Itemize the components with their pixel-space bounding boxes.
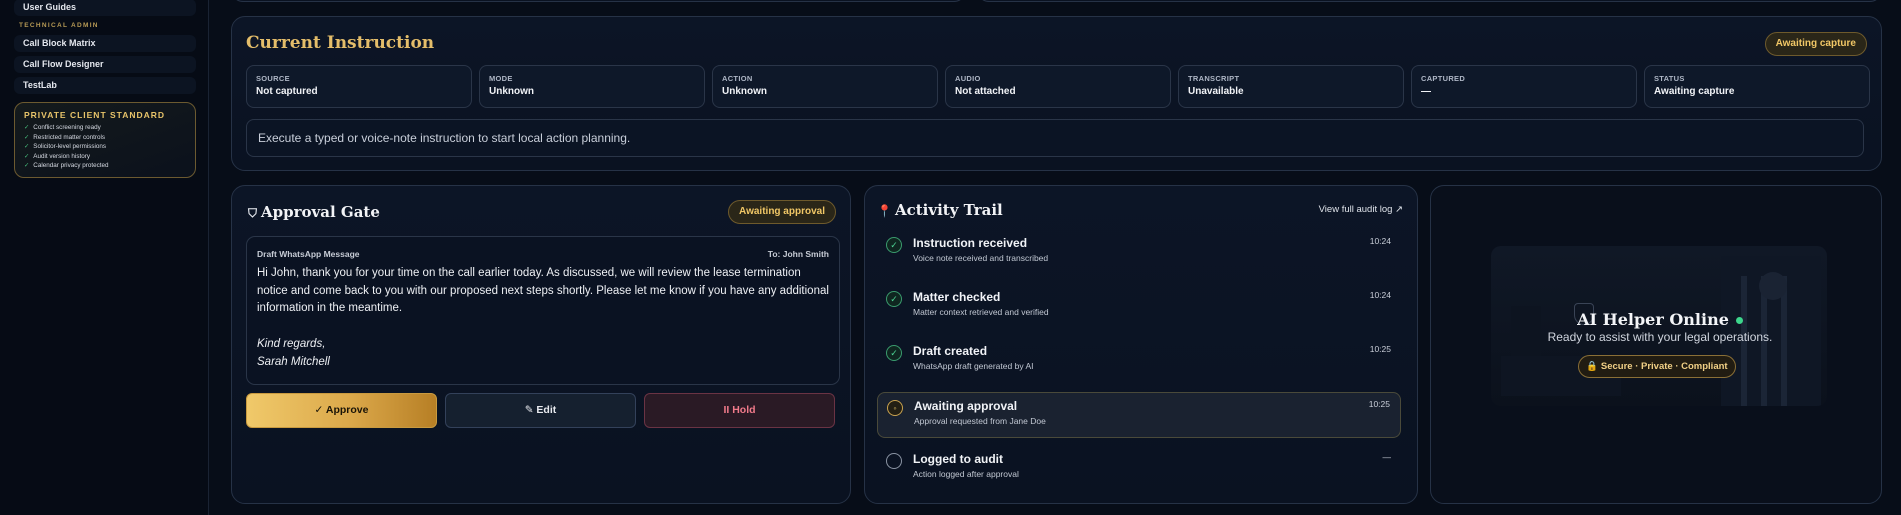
private-client-standard-card: PRIVATE CLIENT STANDARD ✓ Conflict screen… <box>14 102 196 178</box>
sidebar-item-testlab[interactable]: TestLab <box>14 77 196 94</box>
draft-message: Draft WhatsApp Message To: John Smith Hi… <box>246 236 840 385</box>
card-line: ✓ Audit version history <box>24 152 90 160</box>
instruction-text: Execute a typed or voice-note instructio… <box>246 119 1864 157</box>
draft-signoff: Kind regards, Sarah Mitchell <box>257 337 330 368</box>
ai-helper-panel: AI Helper Online Ready to assist with yo… <box>1430 185 1882 504</box>
status-badge: Awaiting approval <box>728 200 836 224</box>
ai-helper-subtitle: Ready to assist with your legal operatio… <box>1547 330 1773 344</box>
top-panel-right <box>977 0 1882 2</box>
sidebar: User Guides TECHNICAL ADMIN Call Block M… <box>0 0 209 515</box>
edit-button[interactable]: ✎ Edit <box>445 393 636 428</box>
activity-trail-panel: 📍 Activity Trail View full audit log ↗ ✓ … <box>864 185 1418 504</box>
check-circle-icon: ✓ <box>886 291 902 307</box>
field-captured: CAPTURED — <box>1411 65 1637 108</box>
check-icon: ✓ <box>24 133 30 141</box>
shield-icon: ⛉ <box>248 206 258 220</box>
activity-step: Logged to audit Action logged after appr… <box>877 446 1401 492</box>
approval-gate-panel: ⛉ Approval Gate Awaiting approval Draft W… <box>231 185 851 504</box>
sidebar-section-label: TECHNICAL ADMIN <box>19 22 99 29</box>
approve-button[interactable]: ✓ Approve <box>246 393 437 428</box>
activity-step-active: ◦ Awaiting approval Approval requested f… <box>877 392 1401 438</box>
current-instruction-panel: Current Instruction Awaiting capture SOU… <box>231 16 1882 171</box>
check-icon: ✓ <box>24 162 30 170</box>
check-circle-icon: ✓ <box>886 237 902 253</box>
sidebar-item-call-flow-designer[interactable]: Call Flow Designer <box>14 56 196 73</box>
sidebar-item-call-block-matrix[interactable]: Call Block Matrix <box>14 35 196 52</box>
field-transcript: TRANSCRIPT Unavailable <box>1178 65 1404 108</box>
online-status-dot <box>1735 317 1743 324</box>
pending-circle-icon: ◦ <box>887 400 903 416</box>
top-panel-left <box>231 0 966 2</box>
panel-title: ⛉ Approval Gate <box>248 203 380 221</box>
draft-recipient: To: John Smith <box>767 249 829 259</box>
field-source: SOURCE Not captured <box>246 65 472 108</box>
field-status: STATUS Awaiting capture <box>1644 65 1870 108</box>
view-audit-log-link[interactable]: View full audit log ↗ <box>1319 204 1403 215</box>
hold-button[interactable]: II Hold <box>644 393 835 428</box>
check-icon: ✓ <box>24 143 30 151</box>
activity-step: ✓ Matter checked Matter context retrieve… <box>877 284 1401 330</box>
sidebar-item-user-guides[interactable]: User Guides <box>14 0 196 16</box>
draft-label: Draft WhatsApp Message <box>257 249 360 259</box>
empty-circle-icon <box>886 453 902 469</box>
field-action: ACTION Unknown <box>712 65 938 108</box>
activity-step: ✓ Draft created WhatsApp draft generated… <box>877 338 1401 384</box>
panel-title: 📍 Activity Trail <box>877 201 1003 219</box>
draft-body: Hi John, thank you for your time on the … <box>257 267 829 315</box>
activity-step: ✓ Instruction received Voice note receiv… <box>877 230 1401 276</box>
ai-helper-title: AI Helper Online <box>1431 310 1889 329</box>
field-audio: AUDIO Not attached <box>945 65 1171 108</box>
card-line: ✓ Restricted matter controls <box>24 133 106 141</box>
check-icon: ✓ <box>24 124 30 131</box>
card-title: PRIVATE CLIENT STANDARD <box>24 110 166 120</box>
panel-title: Current Instruction <box>246 33 435 53</box>
check-circle-icon: ✓ <box>886 345 902 361</box>
card-line: ✓ Conflict screening ready <box>24 124 101 131</box>
security-pill: 🔒 Secure · Private · Compliant <box>1578 355 1736 378</box>
card-line: ✓ Calendar privacy protected <box>24 162 109 170</box>
check-icon: ✓ <box>24 152 30 160</box>
status-badge: Awaiting capture <box>1764 32 1867 56</box>
card-line: ✓ Solicitor-level permissions <box>24 143 107 151</box>
field-mode: MODE Unknown <box>479 65 705 108</box>
pin-icon: 📍 <box>877 204 892 218</box>
